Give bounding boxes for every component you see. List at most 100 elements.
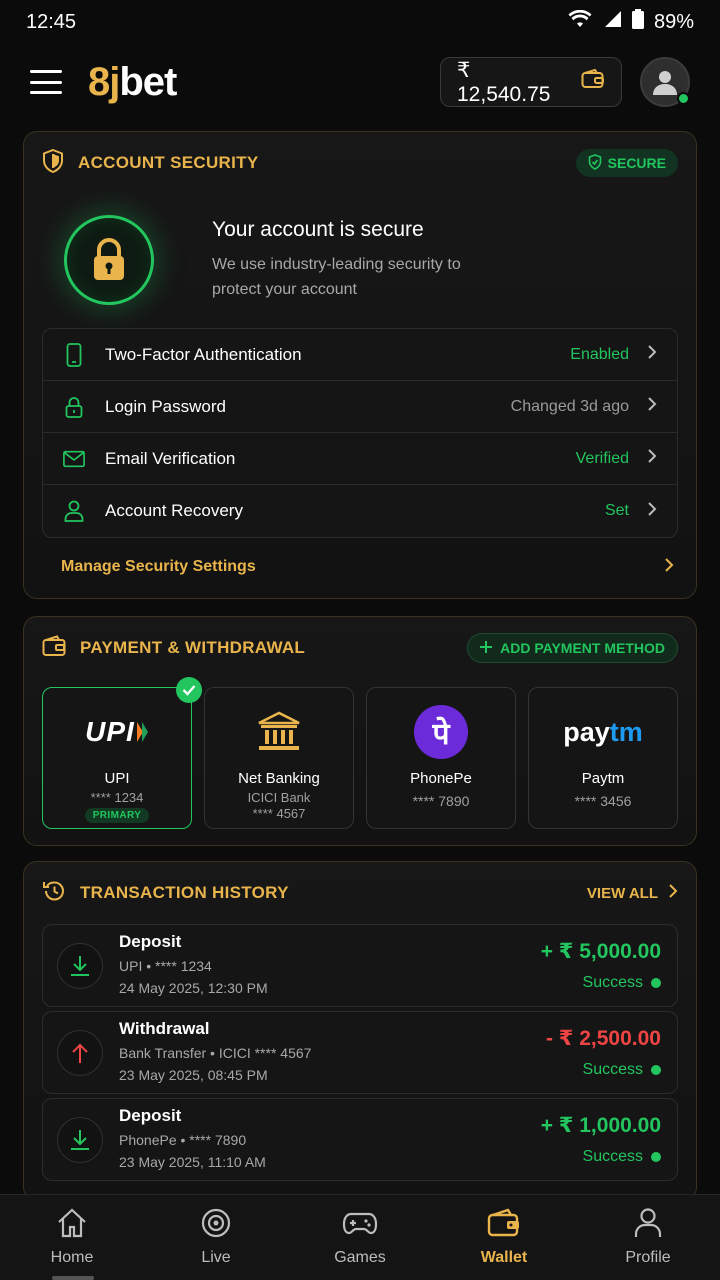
view-all-link[interactable]: VIEW ALL [587,883,678,903]
transaction-method: PhonePe • **** 7890 [119,1132,247,1148]
padlock-icon [64,215,154,305]
transaction-history-card: TRANSACTION HISTORY VIEW ALL Deposit UPI… [23,861,697,1201]
transaction-amount: - ₹ 2,500.00 [545,1027,661,1050]
payment-method-name: PhonePe [410,770,472,787]
payment-withdrawal-card: PAYMENT & WITHDRAWAL ADD PAYMENT METHOD … [23,616,697,846]
recovery-status: Set [604,502,629,519]
brand-logo[interactable]: 8jbet [88,60,177,105]
status-time: 12:45 [26,10,77,33]
plus-icon [480,640,493,656]
bottom-navigation: Home Live Games Wallet Profile [0,1194,720,1280]
status-dot [651,1065,661,1075]
payment-method-paytm[interactable]: pay tm Paytm **** 3456 [528,687,678,829]
online-indicator [677,92,690,105]
payment-method-phonepe[interactable]: पे PhonePe **** 7890 [366,687,516,829]
wifi-icon [568,9,592,34]
bank-icon [257,700,301,764]
signal-icon [602,10,622,34]
transaction-method: Bank Transfer • ICICI **** 4567 [119,1045,312,1061]
nav-live[interactable]: Live [166,1208,266,1267]
chevron-right-icon [647,344,657,365]
primary-badge: PRIMARY [84,808,150,823]
wallet-icon [581,68,605,95]
password-status: Changed 3d ago [510,397,629,415]
balance-amount: ₹ 12,540.75 [457,58,551,106]
battery-icon [631,9,644,35]
security-status-description: We use industry-leading security to prot… [212,256,461,298]
transaction-section-title: TRANSACTION HISTORY [80,883,289,902]
transaction-row[interactable]: Withdrawal Bank Transfer • ICICI **** 45… [42,1011,678,1094]
deposit-arrow-icon [57,1116,103,1163]
history-icon [42,879,66,908]
transaction-date: 24 May 2025, 12:30 PM [119,980,268,996]
deposit-arrow-icon [57,942,103,989]
shield-check-icon [588,153,602,173]
payment-method-name: UPI [104,770,130,787]
nav-profile[interactable]: Profile [598,1208,698,1267]
add-payment-method-button[interactable]: ADD PAYMENT METHOD [467,633,678,663]
two-factor-status: Enabled [570,345,629,363]
chevron-right-icon [647,396,657,417]
payment-methods-grid: UPI UPI **** 1234 PRIMARY Net Banking IC… [24,677,696,829]
chevron-right-icon [647,448,657,469]
gamepad-icon [342,1208,378,1243]
transaction-method: UPI • **** 1234 [119,958,212,974]
mail-icon [63,450,85,468]
payment-method-name: Paytm [581,770,625,787]
security-section-title: ACCOUNT SECURITY [78,153,259,172]
transaction-type: Deposit [119,932,182,951]
transaction-row[interactable]: Deposit PhonePe • **** 7890 23 May 2025,… [42,1098,678,1181]
security-item-login-password[interactable]: Login Password Changed 3d ago [43,381,677,433]
security-item-account-recovery[interactable]: Account Recovery Set [43,485,677,537]
home-icon [56,1208,88,1243]
transaction-date: 23 May 2025, 11:10 AM [119,1154,266,1170]
security-item-email-verification[interactable]: Email Verification Verified [43,433,677,485]
status-dot [651,1152,661,1162]
avatar[interactable] [640,57,690,107]
top-bar: 8jbet ₹ 12,540.75 [0,44,720,120]
chevron-right-icon [668,883,678,903]
payment-method-upi[interactable]: UPI UPI **** 1234 PRIMARY [42,677,202,829]
payment-method-account: **** 1234 [90,790,144,805]
status-dot [651,978,661,988]
home-indicator [52,1276,94,1280]
transaction-amount: + ₹ 1,000.00 [540,1114,661,1137]
manage-security-settings-link[interactable]: Manage Security Settings [24,538,696,596]
upi-logo: UPI [85,700,149,764]
transaction-row[interactable]: Deposit UPI • **** 1234 24 May 2025, 12:… [42,924,678,1007]
secure-badge: SECURE [575,149,678,177]
transaction-type: Withdrawal [119,1019,210,1038]
security-status-title: Your account is secure [212,218,424,241]
battery-percent: 89% [653,10,694,33]
nav-games[interactable]: Games [310,1208,410,1267]
transaction-status: Success [541,974,661,992]
email-status: Verified [575,449,629,467]
transaction-date: 23 May 2025, 08:45 PM [119,1067,268,1083]
payment-method-bank: ICICI Bank [247,790,311,805]
phonepe-logo: पे [414,700,468,764]
wallet-icon [42,634,66,662]
check-icon [176,677,202,703]
transaction-type: Deposit [119,1106,182,1125]
shield-icon [42,148,64,178]
account-security-card: ACCOUNT SECURITY SECURE Your account is … [23,131,697,599]
security-item-two-factor[interactable]: Two-Factor Authentication Enabled [43,329,677,381]
payment-method-name: Net Banking [238,770,320,787]
chevron-right-icon [664,557,674,578]
payment-method-net-banking[interactable]: Net Banking ICICI Bank **** 4567 [204,687,354,829]
security-settings-list: Two-Factor Authentication Enabled Login … [42,328,678,538]
nav-home[interactable]: Home [22,1208,122,1267]
chevron-right-icon [647,501,657,522]
balance-button[interactable]: ₹ 12,540.75 [440,57,622,107]
payment-method-account: **** 7890 [412,793,470,809]
transaction-amount: + ₹ 5,000.00 [540,940,661,963]
nav-wallet[interactable]: Wallet [454,1208,554,1267]
live-icon [199,1208,233,1243]
menu-icon[interactable] [30,70,62,94]
payment-section-title: PAYMENT & WITHDRAWAL [80,638,306,657]
paytm-logo: pay tm [563,716,643,747]
transaction-status: Success [546,1061,661,1079]
security-hero: Your account is secure We use industry-l… [24,194,696,326]
payment-method-account: **** 3456 [574,793,632,809]
withdrawal-arrow-icon [57,1029,103,1076]
